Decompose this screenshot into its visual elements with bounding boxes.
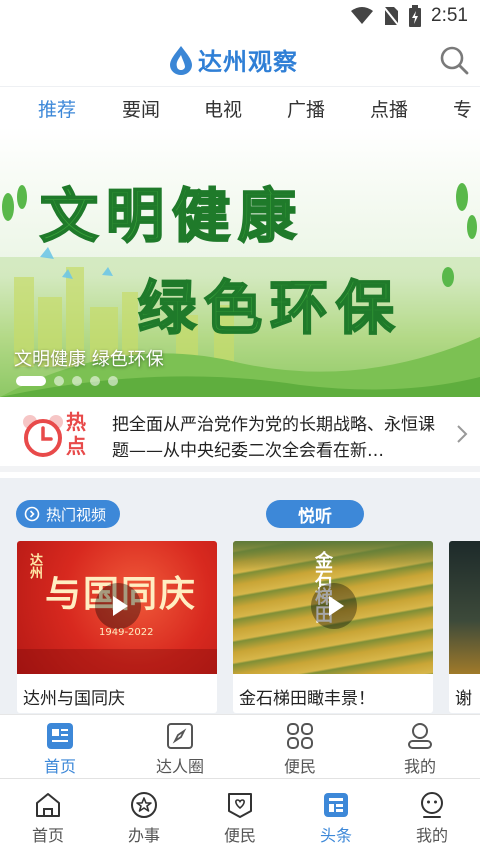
news-list-icon — [47, 723, 73, 749]
hot-label: 热点 — [66, 410, 86, 458]
no-sim-icon — [383, 6, 400, 26]
star-icon — [131, 792, 157, 818]
bottom-nav-services[interactable]: 便民 — [192, 790, 288, 846]
bottom-nav-affairs[interactable]: 办事 — [96, 790, 192, 846]
video-section: 热门视频 悦听 达州 与国同庆 1949-2022 达州与国同庆 金石梯田 金石… — [0, 478, 480, 714]
alarm-clock-icon — [23, 415, 63, 457]
face-icon — [421, 792, 443, 818]
heart-badge-icon — [228, 793, 252, 818]
bottom-nav: 首页 办事 便民 头条 我的 — [0, 778, 480, 853]
video-card[interactable]: 金石梯田 金石梯田瞰丰景！ — [233, 541, 433, 713]
nav-label: 便民 — [283, 757, 316, 776]
video-card[interactable]: 达州 与国同庆 1949-2022 达州与国同庆 — [17, 541, 217, 713]
thumbnail-overlay-top: 达州 — [27, 553, 42, 579]
app-title: 达州观察 — [198, 48, 298, 76]
video-title: 达州与国同庆 — [23, 689, 125, 709]
app-logo: 达州观察 — [168, 42, 298, 77]
nav-label: 首页 — [31, 826, 64, 845]
video-thumbnail: 达州 与国同庆 1949-2022 — [17, 541, 217, 674]
wifi-icon — [351, 7, 374, 24]
flame-drop-icon — [170, 45, 192, 75]
app-header: 达州观察 — [0, 34, 480, 86]
chevron-right-icon[interactable] — [456, 424, 468, 444]
nav-label: 头条 — [319, 826, 352, 845]
inner-nav-mine[interactable]: 我的 — [360, 721, 480, 777]
nav-label: 首页 — [43, 757, 76, 776]
hot-videos-button[interactable]: 热门视频 — [16, 500, 121, 528]
hot-headline: 把全面从严治党作为党的长期战略、永恒课题——从中央纪委二次全会看在新… — [112, 415, 435, 461]
section-nav: 首页 达人圈 便民 我的 — [0, 714, 480, 778]
inner-nav-home[interactable]: 首页 — [0, 721, 120, 777]
grid-icon — [287, 723, 313, 749]
play-circle-icon — [24, 506, 40, 522]
nav-label: 达人圈 — [155, 757, 204, 776]
banner-headline-1: 文明健康 — [39, 181, 305, 251]
video-title: 谢 — [455, 689, 472, 709]
bottom-nav-home[interactable]: 首页 — [0, 790, 96, 846]
video-title: 金石梯田瞰丰景！ — [239, 689, 375, 709]
bottom-nav-mine[interactable]: 我的 — [384, 790, 480, 846]
video-thumbnail — [449, 541, 480, 674]
category-tabs: 推荐 要闻 电视 广播 点播 专 — [0, 86, 480, 126]
carousel-dot[interactable] — [72, 376, 82, 386]
play-button[interactable] — [311, 583, 357, 629]
bottom-nav-headlines[interactable]: 头条 — [288, 790, 384, 846]
status-bar: 2:51 — [0, 0, 480, 34]
tab-radio[interactable]: 广播 — [287, 95, 325, 122]
tab-tv[interactable]: 电视 — [204, 95, 242, 122]
nav-label: 我的 — [403, 757, 436, 776]
banner-caption: 文明健康 绿色环保 — [14, 349, 164, 370]
nav-label: 便民 — [223, 826, 256, 845]
banner-carousel[interactable]: 文明健康 绿色环保 文明健康 绿色环保 — [0, 127, 480, 397]
home-icon — [36, 793, 60, 817]
video-thumbnail: 金石梯田 — [233, 541, 433, 674]
tab-headlines[interactable]: 要闻 — [122, 95, 160, 122]
hot-videos-label: 热门视频 — [46, 505, 107, 524]
tab-recommend[interactable]: 推荐 — [38, 95, 76, 122]
listen-label: 悦听 — [298, 506, 332, 527]
carousel-dot[interactable] — [54, 376, 64, 386]
compass-icon — [167, 723, 193, 749]
tab-special[interactable]: 专 — [453, 95, 472, 122]
carousel-indicator — [16, 376, 118, 386]
carousel-dot[interactable] — [90, 376, 100, 386]
status-time: 2:51 — [431, 5, 468, 26]
hot-news-row[interactable]: 热点 把全面从严治党作为党的长期战略、永恒课题——从中央纪委二次全会看在新… — [0, 398, 480, 472]
play-icon — [113, 596, 128, 616]
carousel-dot[interactable] — [108, 376, 118, 386]
inner-nav-circle[interactable]: 达人圈 — [120, 721, 240, 777]
inner-nav-services[interactable]: 便民 — [240, 721, 360, 777]
carousel-dot[interactable] — [16, 376, 46, 386]
banner-headline-2: 绿色环保 — [137, 273, 403, 343]
person-icon — [408, 723, 432, 749]
nav-label: 办事 — [127, 826, 160, 845]
play-icon — [329, 596, 344, 616]
headline-icon — [324, 793, 348, 817]
play-button[interactable] — [95, 583, 141, 629]
search-icon[interactable] — [438, 44, 470, 76]
battery-charging-icon — [409, 5, 422, 27]
tab-vod[interactable]: 点播 — [370, 95, 408, 122]
nav-label: 我的 — [415, 826, 448, 845]
video-card[interactable]: 谢 — [449, 541, 480, 713]
listen-button[interactable]: 悦听 — [266, 500, 364, 528]
